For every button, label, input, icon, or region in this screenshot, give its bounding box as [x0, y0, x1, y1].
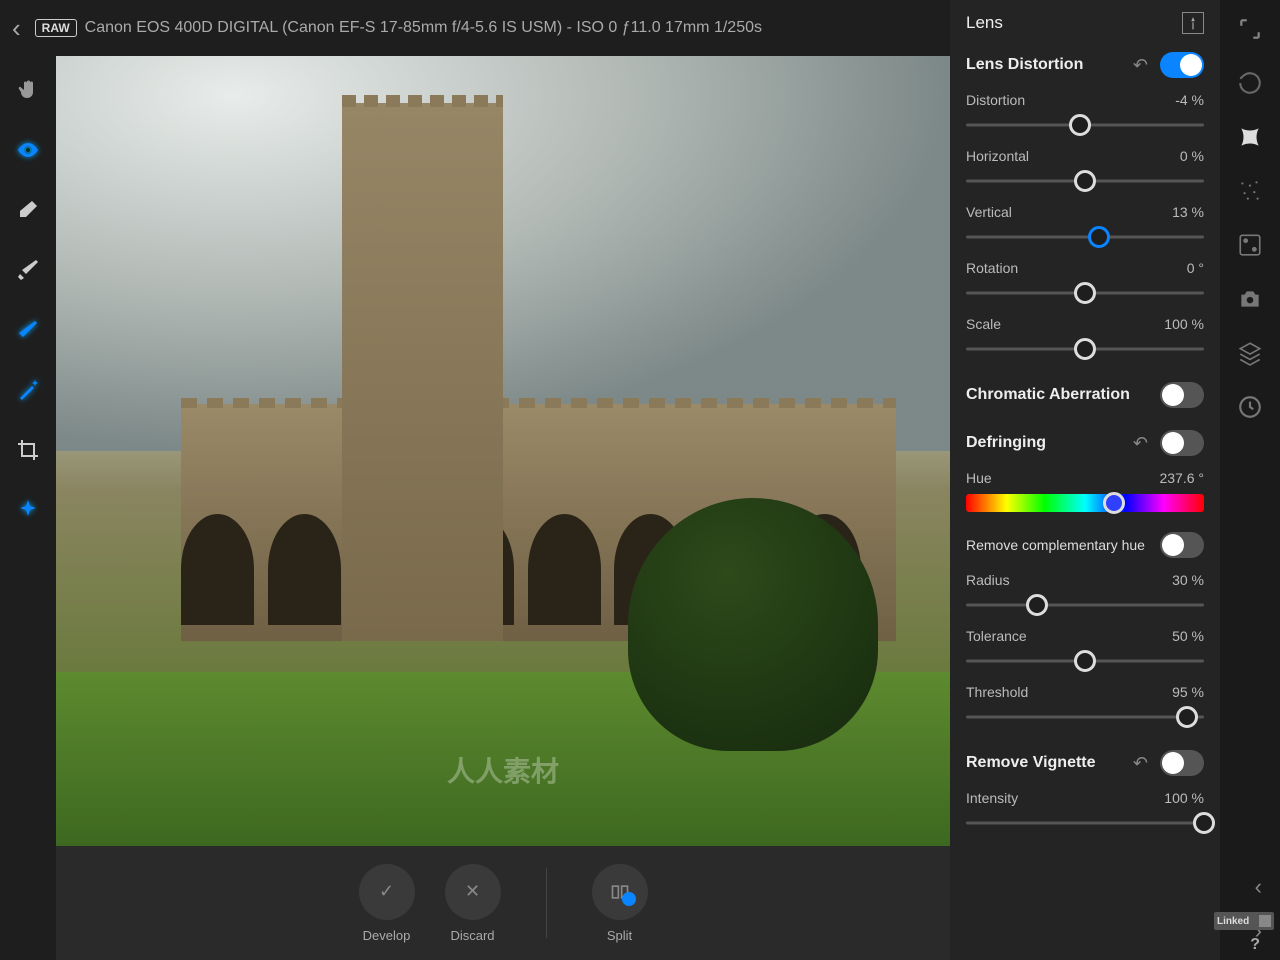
noise-icon[interactable]	[1237, 178, 1263, 204]
wand-tool[interactable]	[14, 376, 42, 404]
gradient-tool[interactable]	[14, 316, 42, 344]
pincushion-icon[interactable]	[1237, 124, 1263, 150]
reset-icon[interactable]: ↶	[1133, 433, 1148, 454]
eraser-tool[interactable]	[14, 196, 42, 224]
scale-slider[interactable]	[966, 338, 1204, 360]
brush-tool[interactable]	[14, 256, 42, 284]
discard-button[interactable]: ✕Discard	[445, 864, 501, 943]
intensity-slider[interactable]	[966, 812, 1204, 834]
distortion-slider[interactable]	[966, 114, 1204, 136]
vertical-slider[interactable]	[966, 226, 1204, 248]
reset-icon[interactable]: ↶	[1133, 753, 1148, 774]
remove-comp-toggle[interactable]	[1160, 532, 1204, 558]
back-button[interactable]: ‹	[12, 13, 21, 44]
chromatic-toggle[interactable]	[1160, 382, 1204, 408]
vignette-label: Remove Vignette	[966, 754, 1096, 772]
help-icon[interactable]: ?	[1250, 936, 1260, 954]
remove-comp-label: Remove complementary hue	[966, 537, 1145, 553]
hand-tool[interactable]	[14, 76, 42, 104]
image-canvas[interactable]: 人人素材	[56, 56, 950, 846]
defringing-toggle[interactable]	[1160, 430, 1204, 456]
split-button[interactable]: Split	[592, 864, 648, 943]
linkedin-badge: Linked	[1214, 912, 1274, 930]
horizontal-slider[interactable]	[966, 170, 1204, 192]
reset-icon[interactable]: ↶	[1133, 55, 1148, 76]
chromatic-label: Chromatic Aberration	[966, 386, 1130, 404]
rotation-slider[interactable]	[966, 282, 1204, 304]
refresh-icon[interactable]	[1237, 70, 1263, 96]
eye-tool[interactable]	[14, 136, 42, 164]
lens-panel: Lens Lens Distortion ↶ Distortion-4 % Ho…	[950, 0, 1220, 960]
radius-slider[interactable]	[966, 594, 1204, 616]
dice-icon[interactable]	[1237, 232, 1263, 258]
lens-distortion-label: Lens Distortion	[966, 56, 1083, 74]
develop-button[interactable]: ✓Develop	[359, 864, 415, 943]
image-metadata: Canon EOS 400D DIGITAL (Canon EF-S 17-85…	[85, 19, 762, 37]
threshold-slider[interactable]	[966, 706, 1204, 728]
camera-icon[interactable]	[1237, 286, 1263, 312]
hue-slider[interactable]	[966, 492, 1204, 514]
layers-icon[interactable]	[1237, 340, 1263, 366]
vignette-toggle[interactable]	[1160, 750, 1204, 776]
raw-badge: RAW	[35, 19, 77, 37]
blemish-tool[interactable]	[14, 496, 42, 524]
nav-prev-icon[interactable]: ‹	[1255, 874, 1262, 900]
tolerance-slider[interactable]	[966, 650, 1204, 672]
defringing-label: Defringing	[966, 434, 1046, 452]
history-icon[interactable]	[1237, 394, 1263, 420]
crop-tool[interactable]	[14, 436, 42, 464]
